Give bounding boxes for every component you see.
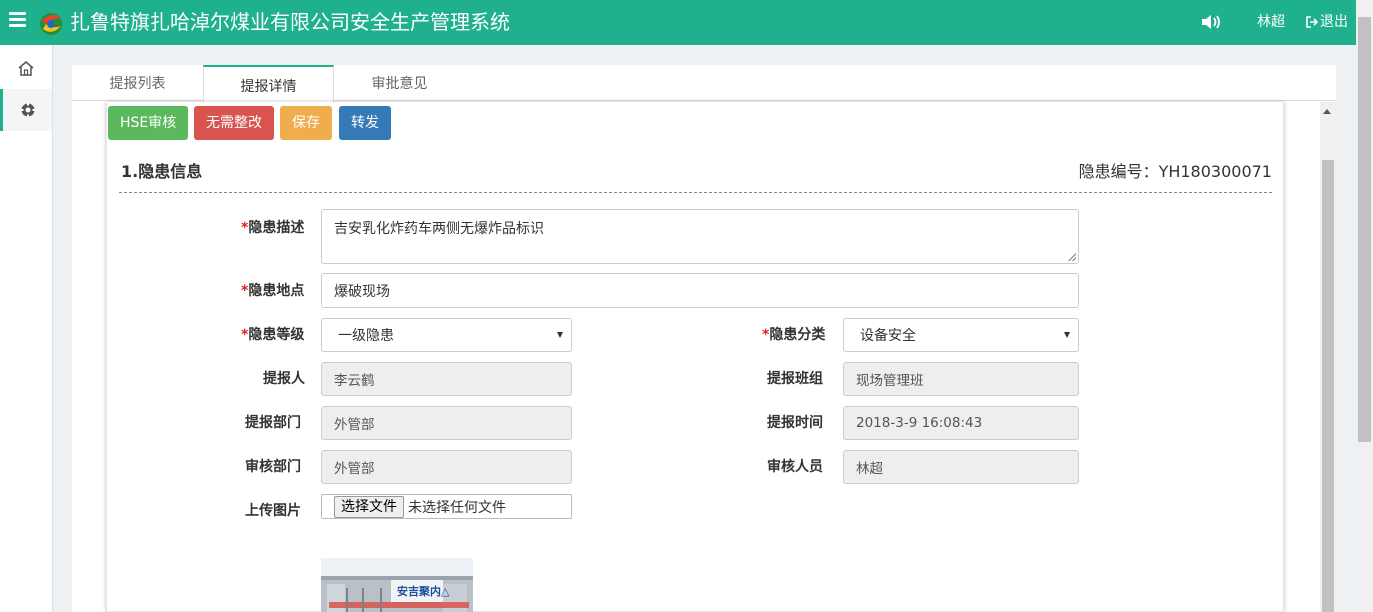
- category-value: 设备安全: [860, 328, 916, 344]
- form-scrollbar[interactable]: [1320, 102, 1336, 612]
- sidebar-item-home[interactable]: [0, 47, 52, 89]
- speaker-icon[interactable]: [1200, 13, 1224, 31]
- detail-form-area: HSE审核 无需整改 保存 转发 1.隐患信息 隐患编号：YH180300071…: [106, 102, 1284, 612]
- hazard-photo-thumbnail[interactable]: 安吉聚内△: [321, 558, 473, 612]
- no-rectify-button[interactable]: 无需整改: [194, 106, 274, 140]
- choose-file-button[interactable]: 选择文件: [334, 495, 404, 518]
- level-select[interactable]: 一级隐患: [321, 318, 572, 352]
- location-label: *隐患地点: [241, 283, 305, 299]
- department-field: 外管部: [321, 406, 572, 440]
- report-time-value: 2018-3-9 16:08:43: [856, 415, 983, 431]
- team-label: 提报班组: [767, 371, 823, 387]
- tab-report-list[interactable]: 提报列表: [72, 65, 203, 101]
- reporter-field: 李云鹤: [321, 362, 572, 396]
- resize-grip-icon[interactable]: [1068, 253, 1076, 261]
- chevron-down-icon: [1064, 332, 1070, 338]
- current-user[interactable]: 林超: [1257, 12, 1285, 32]
- location-value: 爆破现场: [334, 283, 390, 300]
- main-panel: 提报列表 提报详情 审批意见 HSE审核 无需整改 保存 转发 1.隐患信息 隐…: [72, 65, 1336, 612]
- home-icon: [18, 60, 34, 76]
- forward-button[interactable]: 转发: [339, 106, 391, 140]
- level-label: *隐患等级: [241, 327, 305, 343]
- menu-toggle-icon[interactable]: [9, 12, 26, 32]
- audit-department-label: 审核部门: [245, 459, 301, 475]
- logout-label: 退出: [1320, 14, 1348, 30]
- report-time-label: 提报时间: [767, 415, 823, 431]
- file-status: 未选择任何文件: [408, 499, 506, 516]
- window-scrollbar[interactable]: [1356, 0, 1373, 612]
- auditor-value: 林超: [856, 461, 883, 477]
- chevron-down-icon: [557, 332, 563, 338]
- description-label: *隐患描述: [241, 220, 305, 236]
- location-input[interactable]: 爆破现场: [321, 273, 1079, 308]
- gear-circle-icon: [20, 102, 35, 118]
- description-value: 吉安乳化炸药车两侧无爆炸品标识: [334, 221, 544, 237]
- company-logo: [40, 13, 62, 35]
- department-value: 外管部: [334, 417, 375, 433]
- auditor-label: 审核人员: [767, 459, 823, 475]
- logout-icon: [1306, 16, 1318, 28]
- description-textarea[interactable]: 吉安乳化炸药车两侧无爆炸品标识: [321, 209, 1079, 264]
- section-title: 1.隐患信息: [121, 162, 203, 181]
- top-header: 扎鲁特旗扎哈淖尔煤业有限公司安全生产管理系统 林超 退出: [0, 0, 1356, 45]
- upload-label: 上传图片: [245, 503, 301, 519]
- category-select[interactable]: 设备安全: [843, 318, 1079, 352]
- department-label: 提报部门: [245, 415, 301, 431]
- form-scrollbar-thumb[interactable]: [1322, 160, 1334, 612]
- team-field: 现场管理班: [843, 362, 1079, 396]
- sidebar-item-settings[interactable]: [0, 89, 52, 131]
- hazard-number: 隐患编号：YH180300071: [1078, 162, 1272, 181]
- sidebar: [0, 45, 53, 612]
- scroll-up-icon[interactable]: [1323, 109, 1331, 114]
- hse-audit-button[interactable]: HSE审核: [108, 106, 189, 140]
- save-button[interactable]: 保存: [280, 106, 332, 140]
- audit-department-value: 外管部: [334, 461, 375, 477]
- team-value: 现场管理班: [856, 373, 924, 389]
- app-title: 扎鲁特旗扎哈淖尔煤业有限公司安全生产管理系统: [70, 10, 510, 34]
- tab-approval-opinion[interactable]: 审批意见: [334, 65, 465, 101]
- tab-bar: 提报列表 提报详情 审批意见: [72, 65, 1336, 102]
- report-time-field: 2018-3-9 16:08:43: [843, 406, 1079, 440]
- audit-department-field: 外管部: [321, 450, 572, 484]
- file-upload-input[interactable]: 选择文件 未选择任何文件: [321, 494, 572, 519]
- reporter-label: 提报人: [263, 371, 305, 387]
- section-divider: [119, 192, 1272, 193]
- reporter-value: 李云鹤: [334, 373, 375, 389]
- photo-sign-text: 安吉聚内△: [397, 585, 450, 598]
- category-label: *隐患分类: [762, 327, 826, 343]
- tab-report-detail[interactable]: 提报详情: [203, 65, 334, 102]
- window-scrollbar-thumb[interactable]: [1358, 17, 1371, 442]
- logout-button[interactable]: 退出: [1305, 12, 1348, 32]
- auditor-field: 林超: [843, 450, 1079, 484]
- level-value: 一级隐患: [338, 328, 394, 344]
